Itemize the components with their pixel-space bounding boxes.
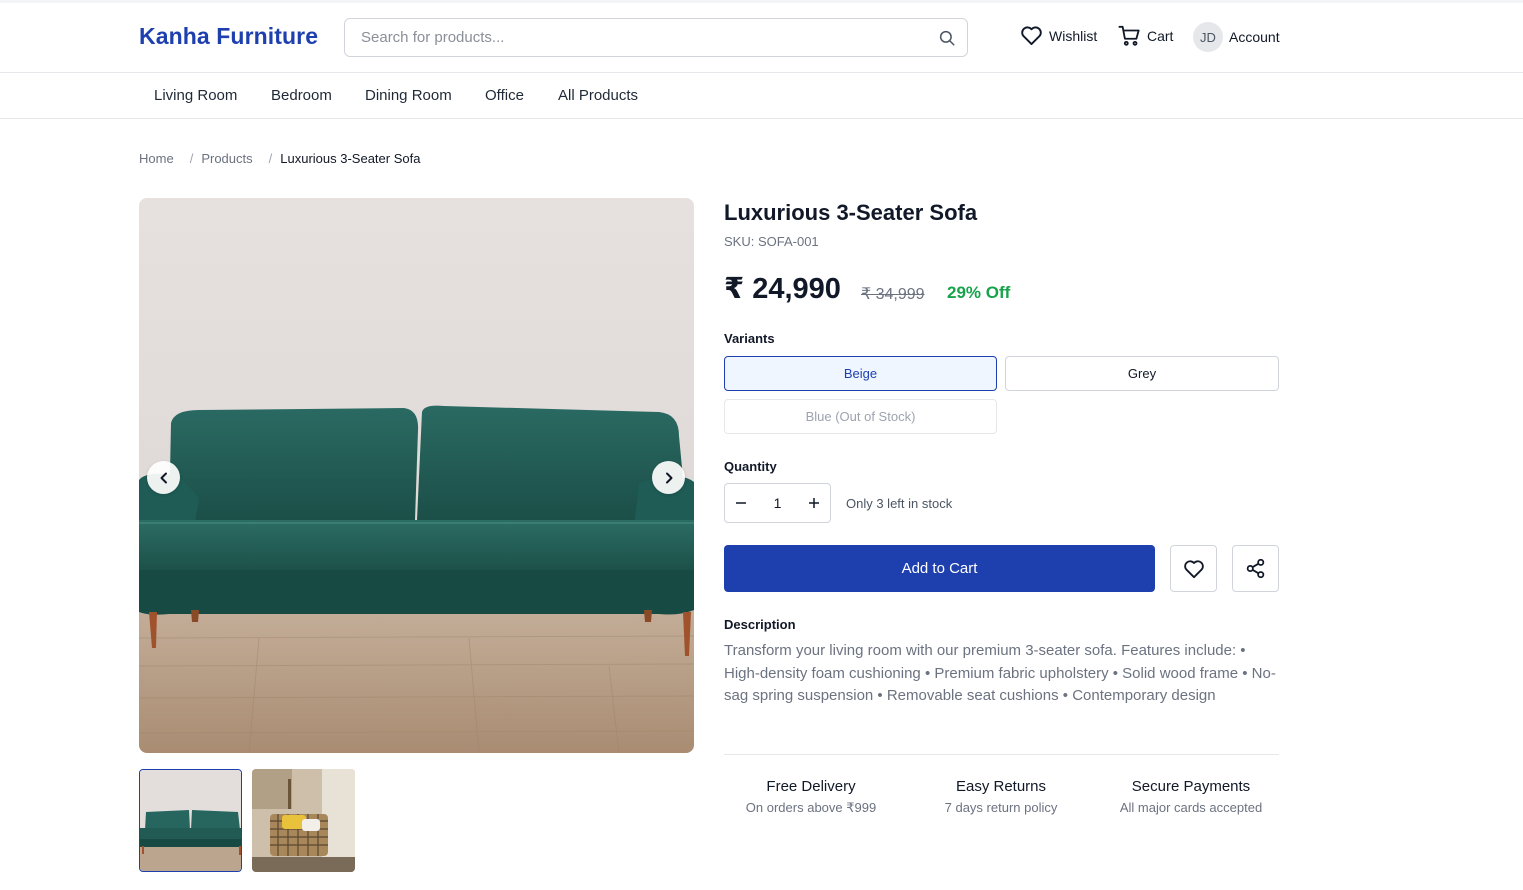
thumbnail-2[interactable] [252, 769, 355, 872]
heart-icon [1183, 559, 1204, 578]
breadcrumb-current: Luxurious 3-Seater Sofa [280, 151, 421, 166]
variant-grey-button[interactable]: Grey [1005, 356, 1279, 391]
account-link[interactable]: JD Account [1193, 22, 1280, 52]
breadcrumb-home[interactable]: Home [139, 151, 174, 166]
feature-title: Free Delivery [766, 778, 856, 795]
feature-title: Secure Payments [1131, 778, 1251, 795]
feature-title: Easy Returns [955, 778, 1047, 795]
original-price: ₹ 34,999 [861, 286, 925, 303]
breadcrumb-products[interactable]: Products [201, 151, 252, 166]
prev-image-button[interactable] [147, 461, 180, 494]
chevron-left-icon [160, 472, 167, 483]
product-main-image [139, 198, 694, 753]
plus-icon [809, 498, 819, 508]
variant-beige-button[interactable]: Beige [724, 356, 997, 391]
feature-easy-returns: Easy Returns 7 days return policy [911, 778, 1091, 815]
feature-free-delivery: Free Delivery On orders above ₹999 [721, 778, 901, 816]
category-nav: Living Room Bedroom Dining Room Office A… [0, 73, 1523, 119]
feature-subtitle: All major cards accepted [1119, 800, 1263, 815]
next-image-button[interactable] [652, 461, 685, 494]
search-bar [344, 18, 968, 57]
product-price: ₹ 24,990 [724, 273, 841, 305]
feature-subtitle: 7 days return policy [944, 800, 1058, 815]
chevron-right-icon [665, 472, 672, 483]
minus-icon [736, 502, 746, 504]
nav-item-bedroom[interactable]: Bedroom [271, 87, 332, 104]
description-label: Description [724, 617, 796, 632]
breadcrumb: Home / Products / Luxurious 3-Seater Sof… [139, 151, 420, 166]
increase-quantity-button[interactable] [798, 484, 830, 522]
nav-item-living-room[interactable]: Living Room [154, 87, 237, 104]
nav-item-dining-room[interactable]: Dining Room [365, 87, 452, 104]
cart-icon [1118, 25, 1140, 46]
heart-icon [1021, 26, 1042, 46]
feature-subtitle: On orders above ₹999 [745, 800, 877, 815]
cart-link[interactable]: Cart [1118, 25, 1173, 47]
add-to-wishlist-button[interactable] [1170, 545, 1217, 592]
wishlist-link[interactable]: Wishlist [1020, 25, 1097, 46]
thumbnail-1[interactable] [139, 769, 242, 872]
variants-label: Variants [724, 331, 775, 346]
site-header: Kanha Furniture Wishlist Cart JD Account [0, 3, 1523, 73]
product-description: Transform your living room with our prem… [724, 642, 1276, 705]
divider [724, 754, 1279, 755]
discount-badge: 29% Off [947, 283, 1011, 302]
cart-label: Cart [1147, 28, 1174, 44]
add-to-cart-button[interactable]: Add to Cart [724, 545, 1155, 592]
quantity-stepper: 1 [724, 483, 831, 523]
search-icon[interactable] [938, 29, 956, 47]
avatar: JD [1193, 22, 1223, 52]
wishlist-label: Wishlist [1049, 27, 1098, 44]
quantity-value[interactable]: 1 [757, 495, 798, 511]
decrease-quantity-button[interactable] [725, 484, 757, 522]
search-input[interactable] [345, 19, 925, 56]
breadcrumb-separator: / [268, 151, 273, 166]
share-icon [1246, 558, 1265, 579]
sofa-image [139, 198, 694, 753]
thumbnail-chair-image [252, 769, 355, 872]
site-logo[interactable]: Kanha Furniture [139, 23, 318, 50]
product-sku: SKU: SOFA-001 [724, 234, 819, 249]
share-button[interactable] [1232, 545, 1279, 592]
quantity-label: Quantity [724, 459, 777, 474]
variant-blue-button[interactable]: Blue (Out of Stock) [724, 399, 997, 434]
stock-note: Only 3 left in stock [846, 496, 953, 511]
breadcrumb-separator: / [189, 151, 194, 166]
nav-item-office[interactable]: Office [485, 87, 524, 104]
nav-item-all-products[interactable]: All Products [558, 87, 638, 104]
feature-secure-payments: Secure Payments All major cards accepted [1101, 778, 1281, 815]
product-title: Luxurious 3-Seater Sofa [724, 200, 978, 225]
account-label: Account [1229, 29, 1280, 45]
thumbnail-sofa-image [140, 770, 241, 871]
